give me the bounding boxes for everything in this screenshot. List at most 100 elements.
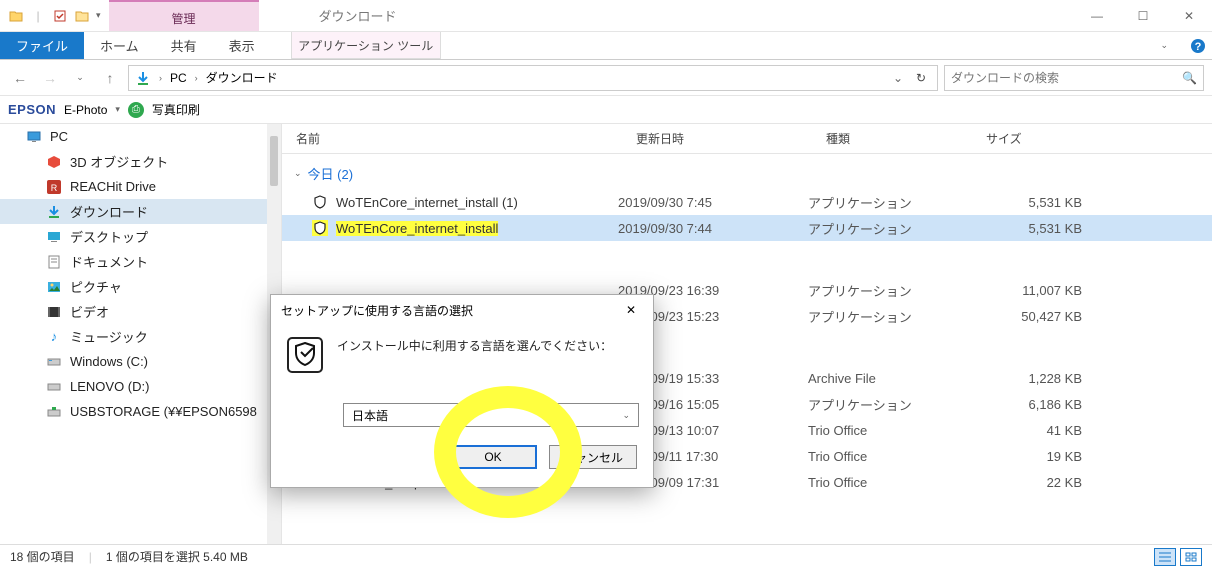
details-view-button[interactable] [1154,548,1176,566]
pc-icon [26,129,42,145]
chevron-down-icon[interactable]: ▾ [115,104,120,115]
col-name[interactable]: 名前 [282,130,622,147]
nav-label: ドキュメント [70,252,148,271]
address-bar-row: ← → ⌄ ↑ › PC › ダウンロード ⌄ ↻ 🔍 [0,60,1212,96]
nav-pc[interactable]: PC [0,124,281,149]
chevron-down-icon: ⌄ [294,168,302,179]
shield-icon [287,337,323,373]
search-icon[interactable]: 🔍 [1182,71,1197,85]
refresh-icon[interactable]: ↻ [911,71,931,85]
nav-desktop[interactable]: デスクトップ [0,224,281,249]
epson-toolbar: EPSON E-Photo ▾ ⎙ 写真印刷 [0,96,1212,124]
col-type[interactable]: 種類 [812,130,972,147]
status-item-count: 18 個の項目 [10,548,75,565]
address-bar[interactable]: › PC › ダウンロード ⌄ ↻ [128,65,938,91]
shield-icon [312,220,328,236]
icons-view-button[interactable] [1180,548,1202,566]
file-type: Trio Office [808,475,968,490]
file-size: 22 KB [968,475,1212,490]
cube-icon [46,154,62,170]
forward-button[interactable]: → [38,66,62,90]
music-icon: ♪ [46,329,62,345]
qat-chevron-down-icon[interactable]: ▾ [96,10,101,21]
close-icon[interactable]: ✕ [619,298,643,322]
drive-icon [46,354,62,370]
chevron-right-icon[interactable]: › [195,73,198,83]
open-folder-icon[interactable] [74,8,90,24]
file-size: 5,531 KB [968,195,1212,210]
desktop-icon [46,229,62,245]
nav-windows-c[interactable]: Windows (C:) [0,349,281,374]
tab-home[interactable]: ホーム [84,32,155,59]
tab-share[interactable]: 共有 [155,32,213,59]
nav-label: デスクトップ [70,227,148,246]
language-select[interactable]: 日本語 ⌄ [343,403,639,427]
downloads-icon [135,70,151,86]
search-input[interactable] [951,71,1182,85]
breadcrumb-pc[interactable]: PC [170,71,187,85]
nav-downloads[interactable]: ダウンロード [0,199,281,224]
nav-pictures[interactable]: ピクチャ [0,274,281,299]
file-size: 6,186 KB [968,397,1212,412]
ribbon-tabs: ファイル ホーム 共有 表示 アプリケーション ツール ⌄ ? [0,32,1212,60]
group-today[interactable]: ⌄ 今日 (2) [282,158,1212,189]
file-row[interactable]: WoTEnCore_internet_install (1) 2019/09/3… [282,189,1212,215]
minimize-button[interactable]: — [1074,0,1120,32]
tab-application-tools[interactable]: アプリケーション ツール [291,32,441,59]
folder-icon [8,8,24,24]
recent-chevron-down-icon[interactable]: ⌄ [68,66,92,90]
shield-icon [312,194,328,210]
tab-view[interactable]: 表示 [213,32,271,59]
reachit-icon: R [46,179,62,195]
up-button[interactable]: ↑ [98,66,122,90]
nav-label: Windows (C:) [70,354,148,369]
breadcrumb-current[interactable]: ダウンロード [206,69,278,86]
file-type: アプリケーション [808,395,968,414]
nav-label: ミュージック [70,327,148,346]
epson-ephoto[interactable]: E-Photo [64,103,107,117]
help-icon[interactable]: ? [1184,32,1212,59]
videos-icon [46,304,62,320]
file-row[interactable]: WoTEnCore_internet_install 2019/09/30 7:… [282,215,1212,241]
print-icon[interactable]: ⎙ [128,102,144,118]
column-headers: 名前 更新日時 種類 サイズ [282,124,1212,154]
ribbon-chevron-down-icon[interactable]: ⌄ [1144,32,1184,59]
window-title: ダウンロード [259,0,1074,31]
language-select-dialog: セットアップに使用する言語の選択 ✕ インストール中に利用する言語を選んでくださ… [270,294,654,488]
pictures-icon [46,279,62,295]
maximize-button[interactable]: ☐ [1120,0,1166,32]
cancel-button[interactable]: キャンセル [549,445,637,469]
properties-icon[interactable] [52,8,68,24]
contextual-group-label: 管理 [109,0,259,31]
chevron-right-icon[interactable]: › [159,73,162,83]
nav-label: USBSTORAGE (¥¥EPSON6598 [70,404,257,419]
nav-music[interactable]: ♪ ミュージック [0,324,281,349]
nav-documents[interactable]: ドキュメント [0,249,281,274]
file-type: Trio Office [808,423,968,438]
file-type: アプリケーション [808,219,968,238]
title-bar: | ▾ 管理 ダウンロード — ☐ ✕ [0,0,1212,32]
ok-button[interactable]: OK [449,445,537,469]
group-label: 今日 (2) [308,164,354,183]
epson-print-label[interactable]: 写真印刷 [152,101,200,118]
search-box[interactable]: 🔍 [944,65,1204,91]
nav-lenovo-d[interactable]: LENOVO (D:) [0,374,281,399]
col-date[interactable]: 更新日時 [622,130,812,147]
back-button[interactable]: ← [8,66,32,90]
dialog-message: インストール中に利用する言語を選んでください： [337,337,612,354]
col-size[interactable]: サイズ [972,130,1212,147]
address-chevron-down-icon[interactable]: ⌄ [893,71,903,85]
downloads-icon [46,204,62,220]
close-button[interactable]: ✕ [1166,0,1212,32]
nav-usbstorage[interactable]: USBSTORAGE (¥¥EPSON6598 [0,399,281,424]
nav-reachit[interactable]: R REACHit Drive [0,174,281,199]
quick-access-toolbar: | ▾ [0,0,109,31]
file-type: アプリケーション [808,307,968,326]
tab-file[interactable]: ファイル [0,32,84,59]
nav-3d-objects[interactable]: 3D オブジェクト [0,149,281,174]
nav-videos[interactable]: ビデオ [0,299,281,324]
divider-icon: | [30,8,46,24]
file-type: Trio Office [808,449,968,464]
svg-text:R: R [51,183,58,193]
nav-label: ダウンロード [70,202,148,221]
